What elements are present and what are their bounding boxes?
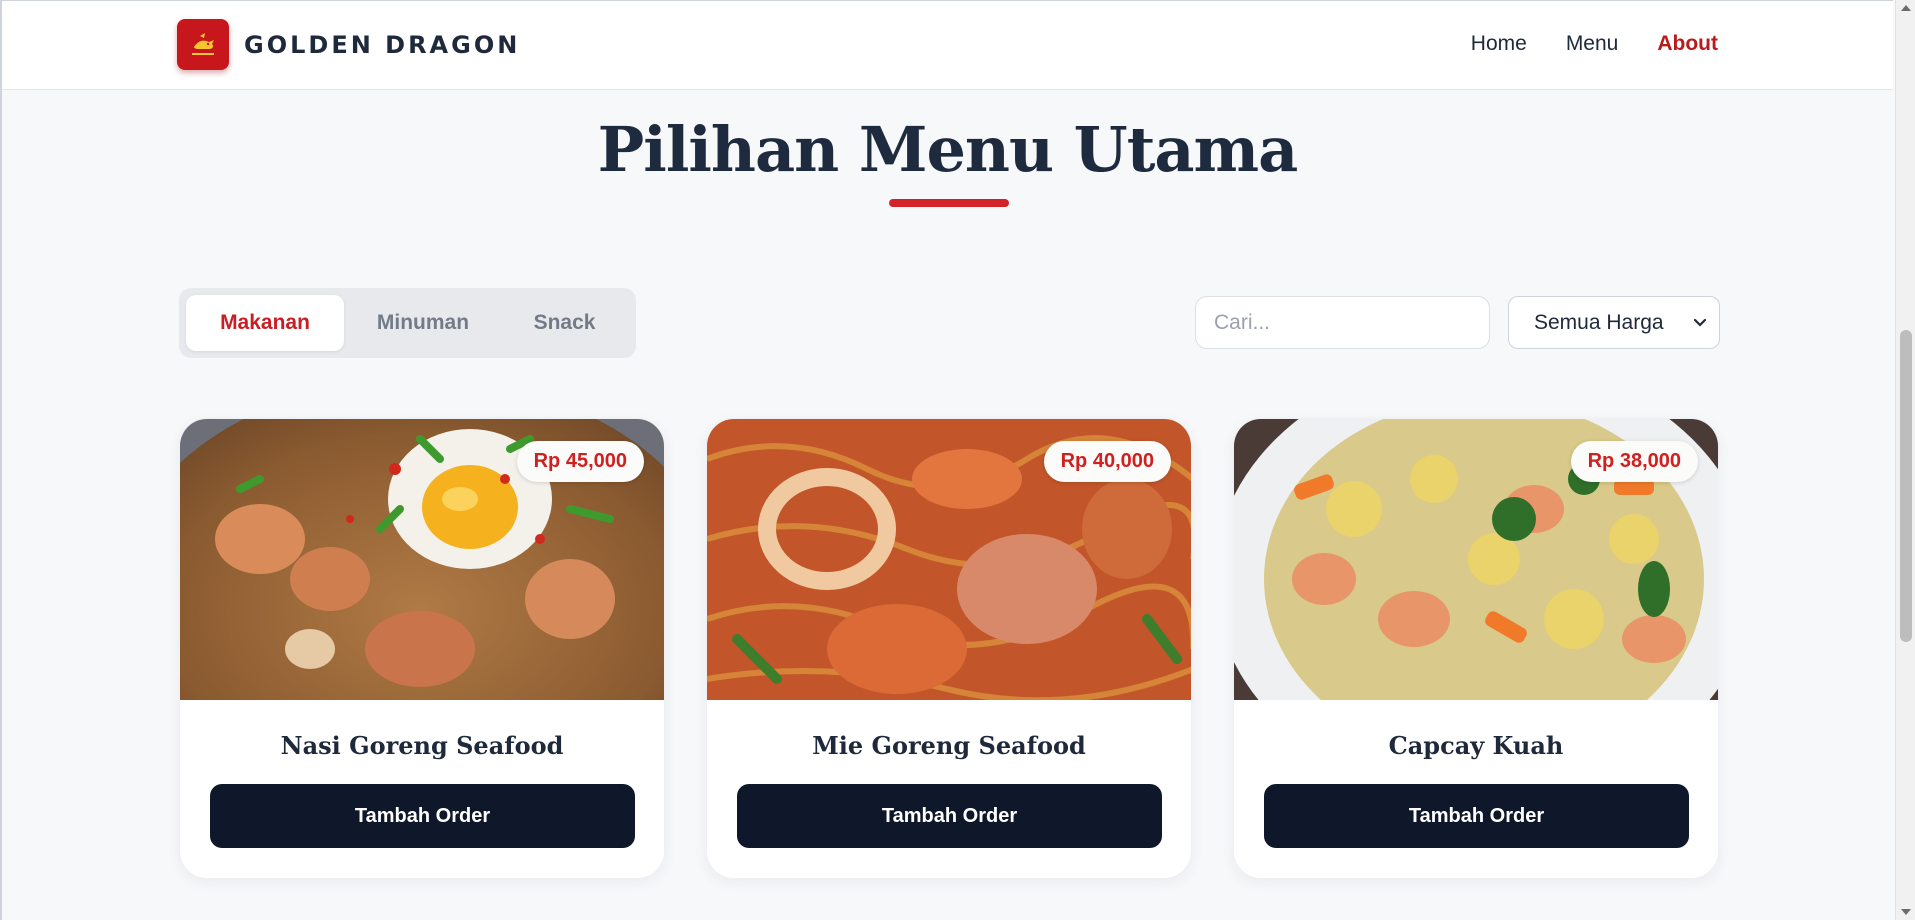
price-filter-select[interactable]: Semua Harga [1508, 296, 1720, 349]
menu-card: Rp 45,000 Nasi Goreng Seafood Tambah Ord… [179, 418, 665, 879]
title-underline [889, 199, 1009, 207]
browser-viewport: GOLDEN DRAGON Home Menu About Pilihan Me… [0, 0, 1893, 920]
add-order-button[interactable]: Tambah Order [1264, 784, 1689, 848]
add-order-button[interactable]: Tambah Order [210, 784, 635, 848]
nav-menu-link[interactable]: Menu [1566, 32, 1619, 56]
scroll-down-icon[interactable] [1901, 909, 1911, 915]
add-order-button[interactable]: Tambah Order [737, 784, 1162, 848]
price-badge: Rp 40,000 [1043, 441, 1171, 482]
brand-name: GOLDEN DRAGON [244, 30, 521, 59]
page-title: Pilihan Menu Utama [597, 113, 1299, 186]
chevron-down-icon [1693, 318, 1707, 327]
menu-card: Rp 40,000 Mie Goreng Seafood Tambah Orde… [706, 418, 1192, 879]
tab-minuman[interactable]: Minuman [344, 295, 502, 351]
page-scrollbar[interactable] [1895, 0, 1915, 920]
brand[interactable]: GOLDEN DRAGON [177, 19, 520, 70]
tab-makanan[interactable]: Makanan [186, 295, 344, 351]
nav-home-link[interactable]: Home [1471, 32, 1527, 56]
dish-name: Mie Goreng Seafood [812, 731, 1086, 760]
top-navbar: GOLDEN DRAGON Home Menu About [2, 1, 1893, 90]
menu-card: Rp 38,000 Capcay Kuah Tambah Order [1233, 418, 1719, 879]
category-tabs: Makanan Minuman Snack [179, 288, 636, 358]
scrollbar-thumb[interactable] [1900, 330, 1912, 642]
price-filter-value: Semua Harga [1534, 310, 1664, 334]
scroll-up-icon[interactable] [1901, 5, 1911, 11]
tab-snack[interactable]: Snack [502, 295, 627, 351]
main-nav: Home Menu About [1471, 32, 1718, 56]
search-input[interactable] [1195, 296, 1490, 349]
nav-about-link[interactable]: About [1657, 32, 1718, 56]
dragon-icon [177, 19, 229, 70]
price-badge: Rp 45,000 [516, 441, 644, 482]
price-badge: Rp 38,000 [1570, 441, 1698, 482]
dish-name: Capcay Kuah [1388, 731, 1564, 760]
dish-name: Nasi Goreng Seafood [280, 731, 564, 760]
